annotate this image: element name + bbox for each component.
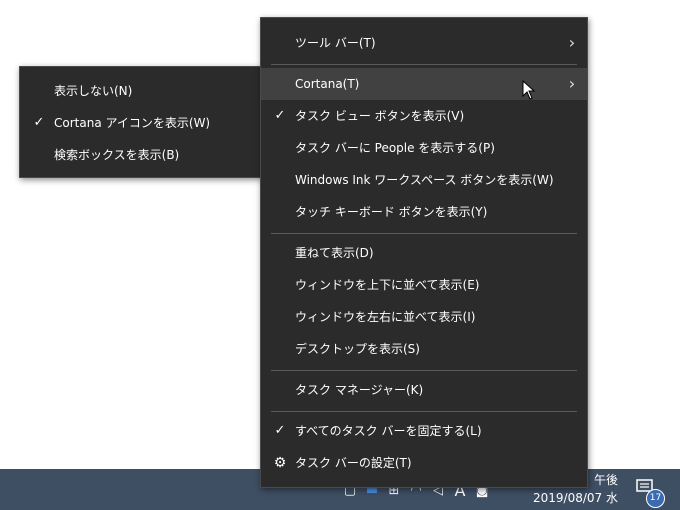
menu-item-touch-keyboard[interactable]: タッチ キーボード ボタンを表示(Y)	[261, 196, 587, 228]
menu-item-label: タッチ キーボード ボタンを表示(Y)	[295, 205, 488, 219]
clock-date: 2019/08/07 水	[533, 491, 618, 505]
menu-item-label: タスク マネージャー(K)	[295, 383, 424, 397]
menu-item-label: Cortana アイコンを表示(W)	[54, 116, 211, 130]
menu-separator	[271, 370, 577, 371]
menu-item-cortana[interactable]: Cortana(T) ›	[261, 68, 587, 100]
menu-item-label: 重ねて表示(D)	[295, 246, 374, 260]
menu-item-label: デスクトップを表示(S)	[295, 342, 420, 356]
menu-item-task-manager[interactable]: タスク マネージャー(K)	[261, 374, 587, 406]
menu-item-show-task-view[interactable]: ✓ タスク ビュー ボタンを表示(V)	[261, 100, 587, 132]
menu-item-hide-cortana[interactable]: 表示しない(N)	[20, 75, 261, 107]
menu-item-label: ウィンドウを左右に並べて表示(I)	[295, 310, 476, 324]
menu-separator	[271, 233, 577, 234]
notification-count-badge: 17	[646, 489, 665, 508]
menu-item-label: 表示しない(N)	[54, 84, 133, 98]
checkmark-icon: ✓	[274, 108, 286, 123]
menu-item-show-search-box[interactable]: 検索ボックスを表示(B)	[20, 139, 261, 171]
checkmark-icon: ✓	[33, 115, 45, 130]
menu-item-side-by-side[interactable]: ウィンドウを左右に並べて表示(I)	[261, 301, 587, 333]
menu-separator	[271, 64, 577, 65]
chevron-right-icon: ›	[568, 74, 576, 93]
menu-item-taskbar-settings[interactable]: ⚙ タスク バーの設定(T)	[261, 447, 587, 479]
menu-item-show-people[interactable]: タスク バーに People を表示する(P)	[261, 132, 587, 164]
checkmark-icon: ✓	[274, 423, 286, 438]
menu-item-label: Windows Ink ワークスペース ボタンを表示(W)	[295, 173, 554, 187]
gear-icon: ⚙	[273, 455, 287, 471]
menu-item-label: タスク ビュー ボタンを表示(V)	[295, 109, 465, 123]
menu-item-cascade[interactable]: 重ねて表示(D)	[261, 237, 587, 269]
menu-item-label: ウィンドウを上下に並べて表示(E)	[295, 278, 480, 292]
mouse-pointer-icon	[522, 80, 536, 100]
menu-item-windows-ink[interactable]: Windows Ink ワークスペース ボタンを表示(W)	[261, 164, 587, 196]
cortana-submenu: 表示しない(N) ✓ Cortana アイコンを表示(W) 検索ボックスを表示(…	[19, 66, 262, 178]
menu-item-lock-taskbar[interactable]: ✓ すべてのタスク バーを固定する(L)	[261, 415, 587, 447]
menu-item-label: Cortana(T)	[295, 77, 360, 91]
menu-item-label: 検索ボックスを表示(B)	[54, 148, 180, 162]
menu-item-label: ツール バー(T)	[295, 36, 376, 50]
menu-item-label: すべてのタスク バーを固定する(L)	[295, 424, 482, 438]
menu-separator	[271, 411, 577, 412]
menu-item-stack[interactable]: ウィンドウを上下に並べて表示(E)	[261, 269, 587, 301]
menu-item-toolbars[interactable]: ツール バー(T) ›	[261, 27, 587, 59]
menu-item-label: タスク バーに People を表示する(P)	[295, 141, 495, 155]
menu-item-show-cortana-icon[interactable]: ✓ Cortana アイコンを表示(W)	[20, 107, 261, 139]
taskbar-context-menu: ツール バー(T) › Cortana(T) › ✓ タスク ビュー ボタンを表…	[260, 17, 588, 488]
menu-item-label: タスク バーの設定(T)	[295, 456, 412, 470]
menu-item-show-desktop[interactable]: デスクトップを表示(S)	[261, 333, 587, 365]
chevron-right-icon: ›	[568, 33, 576, 52]
